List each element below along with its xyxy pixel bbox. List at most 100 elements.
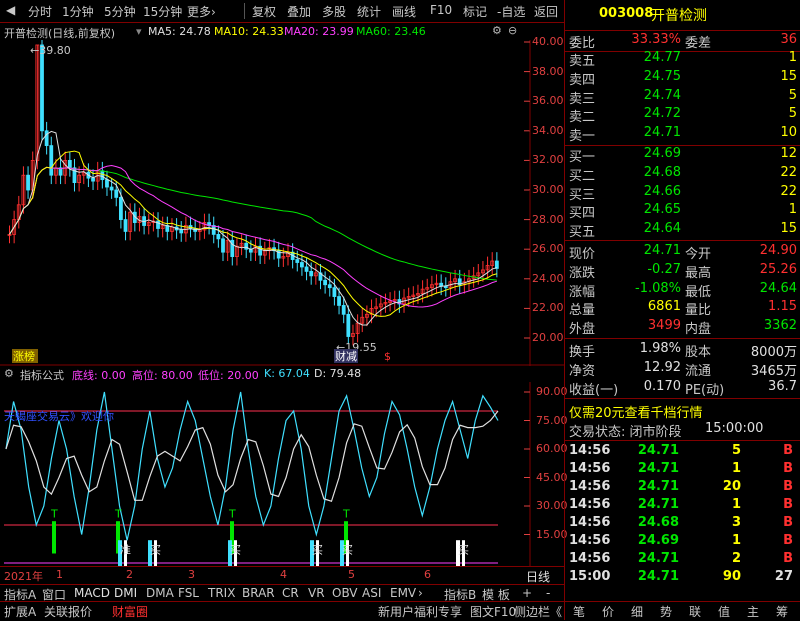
toggle-icon[interactable]: ◀: [6, 3, 15, 17]
expand-a-tab[interactable]: 扩展A: [4, 603, 36, 620]
chevron-icon[interactable]: ▾: [136, 25, 142, 38]
promo-row[interactable]: 仅需20元查看千档行情: [565, 402, 800, 421]
stock-code: 003008: [599, 6, 654, 21]
stat-value: 24.71: [643, 243, 681, 258]
tick-side: B: [783, 551, 793, 566]
indicator-tab[interactable]: DMI: [114, 586, 137, 600]
indicator-axis-label: 30.00: [536, 499, 568, 512]
tick-price: 24.71: [637, 551, 679, 566]
buy-tag: 买: [230, 544, 241, 557]
indicator-tab[interactable]: MACD: [74, 586, 110, 600]
new-user-promo-link[interactable]: 新用户福利专享: [378, 603, 462, 620]
tick-time: 14:56: [569, 461, 611, 476]
indicator-tab[interactable]: -: [546, 586, 550, 600]
tick-row: 14:56 24.71 2 B: [565, 551, 800, 569]
back-button[interactable]: 返回: [534, 3, 558, 20]
stat-label: 外盘: [569, 322, 596, 338]
stat-label: 总量: [569, 303, 596, 319]
indicator-name[interactable]: 指标公式: [20, 367, 64, 383]
ask-row[interactable]: 卖一 24.71 10: [565, 125, 800, 144]
book-label: 买二: [569, 168, 596, 184]
bid-row[interactable]: 买一 24.69 12: [565, 146, 800, 165]
tab-1min[interactable]: 1分钟: [62, 3, 94, 20]
indicator-tab[interactable]: +: [522, 586, 532, 600]
candle-body: [244, 242, 249, 250]
settings-gear-icon[interactable]: ⚙: [492, 24, 502, 37]
mark-button[interactable]: 标记: [463, 3, 487, 20]
kd-indicator-chart[interactable]: T T T T 准 买 买 买 买 买 天蝎座交易云》欢迎你: [0, 382, 564, 567]
book-label: 卖四: [569, 72, 596, 88]
stat-label: 最低: [685, 284, 712, 300]
kline-chart[interactable]: ←39.80 ←19.55 涨榜 财减 $: [0, 40, 564, 366]
f10-graphic-tab[interactable]: 图文F10: [470, 603, 516, 620]
related-quote-tab[interactable]: 关联报价: [44, 603, 92, 620]
candle-body: [91, 177, 95, 182]
tab-more[interactable]: 更多›: [187, 3, 216, 20]
tab-15min[interactable]: 15分钟: [143, 3, 182, 20]
zoom-out-icon[interactable]: ⊖: [508, 24, 517, 37]
stat-row: 涨幅 -1.08% 最低 24.64: [565, 281, 800, 300]
gear-icon[interactable]: ⚙: [4, 367, 14, 380]
stats-button[interactable]: 统计: [357, 3, 381, 20]
tab-fenshi[interactable]: 分时: [28, 3, 52, 20]
add-favorite-button[interactable]: -自选: [497, 3, 525, 20]
tab-5min[interactable]: 5分钟: [104, 3, 136, 20]
panel-tab[interactable]: 联: [689, 603, 701, 620]
book-label: 买五: [569, 225, 596, 241]
panel-tab[interactable]: 筹: [776, 603, 788, 620]
indicator-tab[interactable]: DMA: [146, 586, 174, 600]
panel-tab[interactable]: 主: [747, 603, 759, 620]
ma20-line: [9, 164, 498, 308]
price-axis-label: 34.00: [532, 123, 564, 137]
indicator-tab[interactable]: OBV: [332, 586, 358, 600]
book-volume: 12: [780, 146, 797, 161]
indicator-tab[interactable]: TRIX: [208, 586, 235, 600]
ask-row[interactable]: 卖四 24.75 15: [565, 68, 800, 88]
panel-tab[interactable]: 价: [602, 603, 614, 620]
overlay-button[interactable]: 叠加: [287, 3, 311, 20]
wealth-circle-tab[interactable]: 财富圈: [112, 603, 148, 620]
ask-row[interactable]: 卖二 24.72 5: [565, 106, 800, 125]
period-label[interactable]: 日线: [526, 568, 550, 585]
high-pos-label: 高位: 80.00: [132, 369, 193, 382]
price-axis-label: 22.00: [532, 301, 564, 315]
stat-value: 1.15: [768, 299, 797, 315]
bid-row[interactable]: 买三 24.66 22: [565, 184, 800, 203]
multi-stock-button[interactable]: 多股: [322, 3, 346, 20]
candle-body: [295, 259, 300, 263]
sidebar-toggle[interactable]: 侧边栏《: [514, 603, 562, 620]
buy-tag: 准: [120, 544, 131, 557]
fuquan-button[interactable]: 复权: [252, 3, 276, 20]
panel-tab[interactable]: 细: [631, 603, 643, 620]
indicator-tabs: 指标A 窗口 MACD DMI DMA FSL TRIX BRAR CR VR OBV ASI EMV ›…: [0, 584, 564, 602]
panel-tab[interactable]: 值: [718, 603, 730, 620]
bid-row[interactable]: 买二 24.68 22: [565, 165, 800, 184]
tick-side: B: [783, 461, 793, 476]
promo-text[interactable]: 仅需20元查看千档行情: [569, 402, 703, 421]
indicator-tab[interactable]: VR: [308, 586, 325, 600]
k-value: K: 67.04: [264, 367, 310, 380]
panel-tab[interactable]: 笔: [573, 603, 585, 620]
draw-line-button[interactable]: 画线: [392, 3, 416, 20]
price-axis-label: 24.00: [532, 271, 564, 285]
ask-row[interactable]: 卖五 24.77 1: [565, 50, 800, 69]
banner-text: 天蝎座交易云》欢迎你: [4, 409, 114, 423]
book-volume: 15: [780, 221, 797, 237]
signal-t-label: T: [342, 507, 350, 520]
panel-tab[interactable]: 势: [660, 603, 672, 620]
bid-row[interactable]: 买四 24.65 1: [565, 202, 800, 221]
stat-value: 8000万: [750, 345, 797, 360]
indicator-tab[interactable]: FSL: [178, 586, 199, 600]
book-volume: 15: [780, 68, 797, 84]
ma10-label: MA10: 24.33: [214, 25, 284, 38]
ask-row[interactable]: 卖三 24.74 5: [565, 87, 800, 107]
indicator-tab[interactable]: ASI: [362, 586, 381, 600]
bid-row[interactable]: 买五 24.64 15: [565, 221, 800, 241]
book-price: 24.74: [643, 87, 681, 103]
indicator-tab[interactable]: CR: [282, 586, 299, 600]
f10-button[interactable]: F10: [430, 3, 452, 17]
indicator-tab[interactable]: BRAR: [242, 586, 275, 600]
indicator-tab[interactable]: ›: [418, 586, 423, 600]
indicator-tab[interactable]: EMV: [390, 586, 416, 600]
book-price: 24.71: [643, 125, 681, 141]
